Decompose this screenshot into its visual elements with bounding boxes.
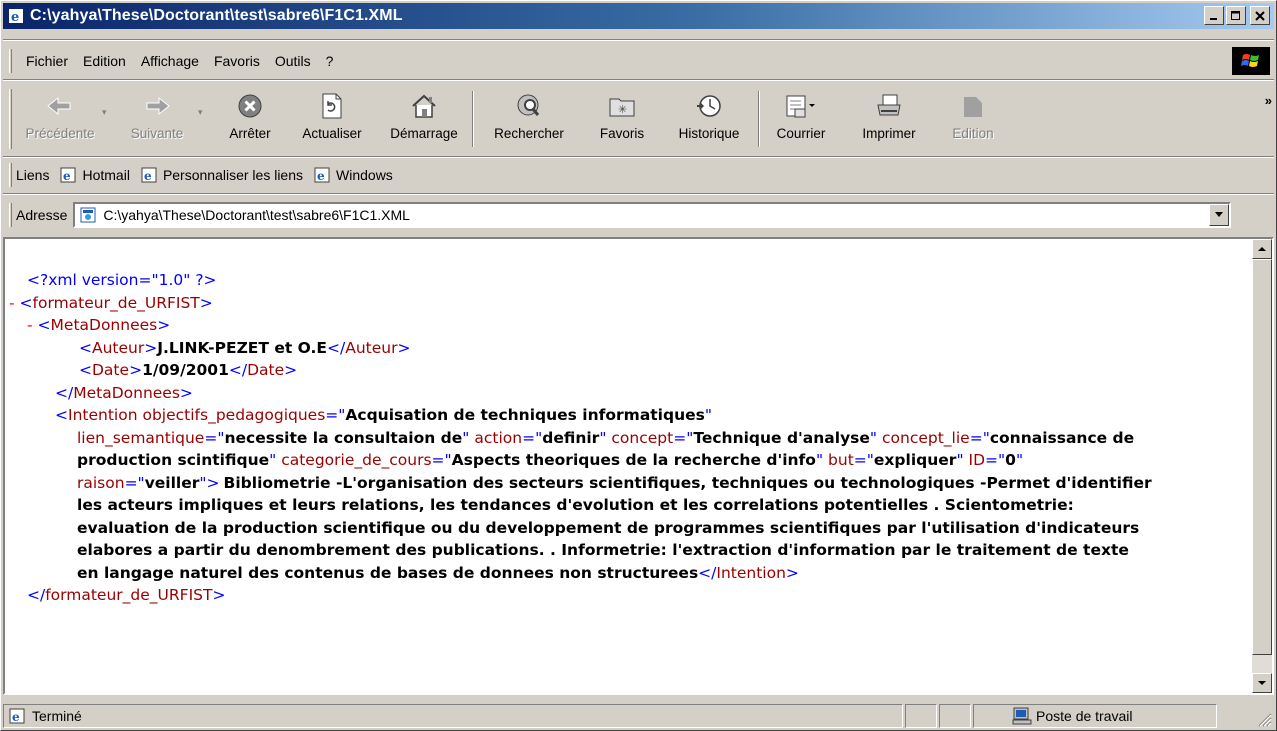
status-panel-progress <box>905 704 937 728</box>
status-bar: e Terminé Poste de travail <box>3 703 1274 729</box>
resize-grip[interactable] <box>1256 711 1272 727</box>
address-dropdown-button[interactable] <box>1209 204 1230 226</box>
xml-tree: <?xml version="1.0" ?> - <formateur_de_U… <box>9 269 1239 607</box>
svg-text:e: e <box>12 710 20 724</box>
stop-icon <box>234 91 266 121</box>
windows-logo-icon <box>1232 47 1270 75</box>
document-view[interactable]: <?xml version="1.0" ?> - <formateur_de_U… <box>3 237 1274 695</box>
ie-status-icon: e <box>8 707 26 725</box>
ie-page-icon: e <box>7 7 25 25</box>
xml-root-close: </formateur_de_URFIST> <box>27 586 226 604</box>
link-personnaliser[interactable]: e Personnaliser les liens <box>140 166 303 184</box>
scroll-up-button[interactable] <box>1252 239 1272 259</box>
forward-dropdown-arrow[interactable]: ▾ <box>198 85 212 118</box>
xml-date: <Date>1/09/2001</Date> <box>79 361 298 379</box>
favorites-icon: ✳ <box>606 91 638 121</box>
xml-intention-body: lien_semantique="necessite la consultaio… <box>77 428 1152 582</box>
link-hotmail[interactable]: e Hotmail <box>59 166 130 184</box>
mail-button[interactable]: Courrier <box>760 85 842 155</box>
search-button[interactable]: Rechercher <box>474 85 584 155</box>
divider <box>3 39 1274 41</box>
refresh-icon <box>316 91 348 121</box>
address-bar: Adresse C:\yahya\These\Doctorant\test\sa… <box>3 199 1274 231</box>
xml-auteur: <Auteur>J.LINK-PEZET et O.E</Auteur> <box>79 338 411 357</box>
back-arrow-icon <box>44 91 76 121</box>
linksbar-grip[interactable] <box>9 163 12 187</box>
divider <box>3 79 1274 81</box>
menu-affichage[interactable]: Affichage <box>133 53 206 69</box>
svg-text:e: e <box>317 169 325 183</box>
forward-arrow-icon <box>141 91 173 121</box>
collapse-toggle[interactable]: - <box>27 316 33 334</box>
search-icon <box>513 91 545 121</box>
title-bar[interactable]: e C:\yahya\These\Doctorant\test\sabre6\F… <box>3 3 1274 29</box>
menu-fichier[interactable]: Fichier <box>18 53 75 69</box>
vertical-scrollbar[interactable] <box>1252 239 1272 693</box>
refresh-button[interactable]: Actualiser <box>288 85 376 155</box>
menu-edition[interactable]: Edition <box>75 53 133 69</box>
home-button[interactable]: Démarrage <box>376 85 472 155</box>
ie-link-icon: e <box>313 166 331 184</box>
links-label: Liens <box>16 167 50 183</box>
forward-button[interactable]: Suivante <box>116 85 198 155</box>
svg-text:e: e <box>144 169 152 183</box>
svg-text:✳: ✳ <box>618 103 627 116</box>
home-icon <box>408 91 440 121</box>
menu-help[interactable]: ? <box>318 53 341 69</box>
standard-toolbar: Précédente ▾ Suivante ▾ Arrêter Actualis… <box>3 85 1274 155</box>
history-icon <box>693 91 725 121</box>
divider <box>3 193 1274 195</box>
window-title: C:\yahya\These\Doctorant\test\sabre6\F1C… <box>30 7 403 24</box>
xml-root-open: - <formateur_de_URFIST> <box>9 293 213 312</box>
links-bar: Liens e Hotmail e Personnaliser les lien… <box>3 161 1274 189</box>
edit-button[interactable]: Edition <box>936 85 1010 155</box>
status-panel-security <box>939 704 971 728</box>
menubar-grip[interactable] <box>9 48 12 73</box>
mail-icon <box>785 91 817 121</box>
back-button[interactable]: Précédente <box>18 85 102 155</box>
menu-bar: Fichier Edition Affichage Favoris Outils… <box>3 45 1274 76</box>
maximize-button[interactable] <box>1226 6 1246 25</box>
xml-meta-open: - <MetaDonnees> <box>27 316 171 334</box>
history-button[interactable]: Historique <box>660 85 758 155</box>
xml-page-icon <box>79 206 97 224</box>
scroll-thumb[interactable] <box>1252 259 1272 655</box>
svg-text:e: e <box>63 169 71 183</box>
scroll-down-button[interactable] <box>1252 673 1272 693</box>
toolbar-more-button[interactable]: » <box>1265 93 1272 108</box>
xml-intention: <Intention objectifs_pedagogiques="Acqui… <box>9 404 1239 584</box>
menu-outils[interactable]: Outils <box>267 53 318 69</box>
address-input[interactable]: C:\yahya\These\Doctorant\test\sabre6\F1C… <box>73 202 1232 228</box>
xml-meta-close: </MetaDonnees> <box>55 383 193 402</box>
addressbar-grip[interactable] <box>9 203 12 227</box>
print-button[interactable]: Imprimer <box>842 85 936 155</box>
ie-link-icon: e <box>140 166 158 184</box>
address-value: C:\yahya\These\Doctorant\test\sabre6\F1C… <box>103 207 410 223</box>
status-panel-zone: Poste de travail <box>973 704 1217 728</box>
status-text: Terminé <box>32 708 82 724</box>
ie-link-icon: e <box>59 166 77 184</box>
edit-icon <box>957 91 989 121</box>
zone-text: Poste de travail <box>1036 708 1133 724</box>
favorites-button[interactable]: ✳ Favoris <box>584 85 660 155</box>
back-dropdown-arrow[interactable]: ▾ <box>102 85 116 118</box>
minimize-button[interactable] <box>1204 6 1224 25</box>
link-windows[interactable]: e Windows <box>313 166 393 184</box>
xml-declaration: <?xml version="1.0" ?> <box>27 271 217 289</box>
menu-favoris[interactable]: Favoris <box>206 53 267 69</box>
printer-icon <box>873 91 905 121</box>
computer-icon <box>1012 707 1032 725</box>
close-button[interactable] <box>1250 6 1270 25</box>
stop-button[interactable]: Arrêter <box>212 85 288 155</box>
address-label: Adresse <box>16 207 68 223</box>
status-panel-main: e Terminé <box>3 704 903 728</box>
collapse-toggle[interactable]: - <box>9 294 15 312</box>
divider <box>3 156 1274 158</box>
toolbar-grip[interactable] <box>9 89 12 149</box>
browser-window: e C:\yahya\These\Doctorant\test\sabre6\F… <box>0 0 1277 731</box>
svg-text:e: e <box>11 10 19 24</box>
